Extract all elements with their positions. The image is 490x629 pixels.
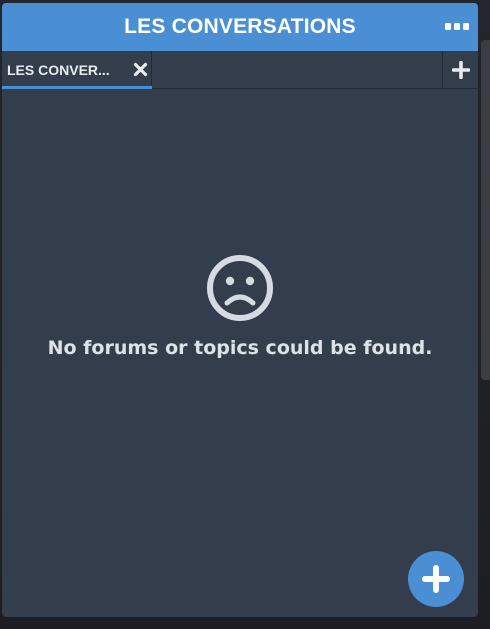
window-titlebar[interactable]: LES CONVERSATIONS	[2, 3, 478, 51]
plus-icon	[422, 565, 450, 593]
conversations-window: LES CONVERSATIONS LES CONVER... No forum…	[2, 3, 478, 617]
tab-bar: LES CONVER...	[2, 51, 478, 89]
window-title: LES CONVERSATIONS	[124, 15, 356, 38]
empty-state: No forums or topics could be found.	[2, 253, 478, 359]
close-icon	[133, 62, 148, 77]
empty-state-message: No forums or topics could be found.	[47, 337, 433, 359]
tab-label: LES CONVER...	[7, 62, 110, 78]
new-topic-button[interactable]	[408, 551, 464, 607]
active-tab-indicator	[2, 86, 152, 89]
add-tab-button[interactable]	[442, 51, 478, 89]
sad-face-icon	[207, 255, 273, 321]
more-options-button[interactable]	[444, 19, 470, 35]
tab-les-conversations[interactable]: LES CONVER...	[2, 51, 152, 89]
plus-icon	[452, 61, 470, 79]
tab-close-button[interactable]	[133, 62, 148, 77]
more-horizontal-icon	[445, 23, 469, 30]
background-window-edge	[481, 40, 490, 380]
